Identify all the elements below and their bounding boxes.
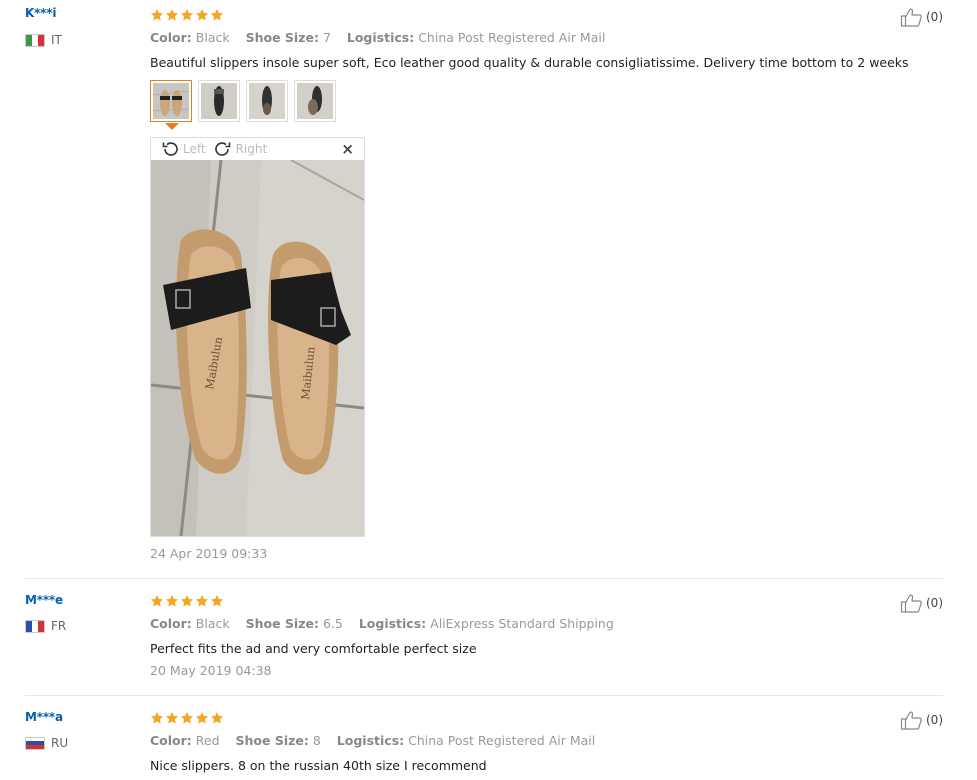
helpful-button[interactable]: (0) (900, 593, 943, 613)
star-icon (150, 711, 164, 725)
attr-label: Logistics: (358, 616, 427, 631)
review-photo-thumbnails (150, 80, 336, 130)
attr-value: Red (195, 733, 220, 748)
flag-ru-icon (25, 736, 45, 750)
thumbs-up-icon (900, 593, 924, 613)
star-icon (180, 8, 194, 22)
attr-label: Shoe Size: (245, 30, 319, 45)
star-icon (210, 8, 224, 22)
attr-label: Shoe Size: (235, 733, 309, 748)
review-content: Beautiful slippers insole super soft, Ec… (150, 55, 909, 70)
attr-label: Logistics: (336, 733, 405, 748)
attr-value: Black (195, 616, 230, 631)
reviewer-country: RU (25, 736, 68, 750)
review-date: 24 Apr 2019 09:33 (150, 546, 268, 561)
rotate-left-icon (162, 142, 178, 156)
sandal-photo-thumbnail (152, 83, 190, 119)
attr-value: China Post Registered Air Mail (418, 30, 606, 45)
review-content: Nice slippers. 8 on the russian 40th siz… (150, 758, 487, 773)
helpful-count: (0) (926, 10, 943, 24)
flag-fr-icon (25, 619, 45, 633)
review-attributes: Color: Black Shoe Size: 7 Logistics: Chi… (150, 30, 605, 45)
star-icon (180, 711, 194, 725)
star-icon (195, 711, 209, 725)
star-icon (210, 594, 224, 608)
review-content: Perfect fits the ad and very comfortable… (150, 641, 477, 656)
review-attributes: Color: Black Shoe Size: 6.5 Logistics: A… (150, 616, 614, 631)
attr-value: 8 (312, 733, 321, 748)
helpful-count: (0) (926, 713, 943, 727)
rotate-right-button[interactable]: Right (214, 141, 268, 157)
sandal-photo-thumbnail (297, 83, 333, 119)
review-attributes: Color: Red Shoe Size: 8 Logistics: China… (150, 733, 595, 748)
reviewer-name: M***a (25, 710, 63, 724)
star-icon (210, 711, 224, 725)
attr-value: China Post Registered Air Mail (408, 733, 596, 748)
attr-label: Shoe Size: (245, 616, 319, 631)
star-icon (195, 594, 209, 608)
rotate-right-icon (214, 142, 230, 156)
review-divider (25, 578, 943, 579)
photo-thumbnail[interactable] (294, 80, 336, 122)
flag-it-icon (25, 33, 45, 47)
photo-thumbnail[interactable] (150, 80, 192, 130)
country-code: FR (51, 619, 67, 633)
star-rating (150, 711, 224, 725)
close-icon[interactable]: × (341, 140, 354, 158)
attr-value: 7 (322, 30, 331, 45)
helpful-button[interactable]: (0) (900, 710, 943, 730)
review-photo: Maibulun Maibulun (151, 160, 364, 536)
photo-thumbnail[interactable] (198, 80, 240, 122)
sandal-photo-thumbnail (201, 83, 237, 119)
active-indicator (165, 123, 179, 130)
review-date: 20 May 2019 04:38 (150, 663, 272, 678)
sandal-photo-thumbnail (249, 83, 285, 119)
helpful-count: (0) (926, 596, 943, 610)
thumbs-up-icon (900, 7, 924, 27)
reviewer-country: IT (25, 33, 62, 47)
reviewer-name: K***i (25, 6, 57, 20)
star-icon (150, 8, 164, 22)
star-icon (165, 594, 179, 608)
reviewer-country: FR (25, 619, 66, 633)
star-icon (165, 711, 179, 725)
star-icon (195, 8, 209, 22)
country-code: RU (51, 736, 69, 750)
attr-label: Color: (150, 30, 192, 45)
country-code: IT (51, 33, 62, 47)
rotate-left-label: Left (183, 142, 206, 156)
attr-label: Color: (150, 733, 192, 748)
thumbs-up-icon (900, 710, 924, 730)
rotate-left-button[interactable]: Left (161, 141, 206, 157)
attr-value: AliExpress Standard Shipping (430, 616, 614, 631)
attr-label: Color: (150, 616, 192, 631)
star-icon (150, 594, 164, 608)
star-rating (150, 594, 224, 608)
star-icon (165, 8, 179, 22)
photo-viewer: Left Right × Maibulun Maibulun (150, 137, 365, 537)
attr-value: 6.5 (322, 616, 343, 631)
helpful-button[interactable]: (0) (900, 7, 943, 27)
photo-viewer-toolbar: Left Right × (151, 138, 364, 160)
reviewer-name: M***e (25, 593, 63, 607)
star-rating (150, 8, 224, 22)
photo-thumbnail[interactable] (246, 80, 288, 122)
attr-value: Black (195, 30, 230, 45)
star-icon (180, 594, 194, 608)
rotate-right-label: Right (235, 142, 268, 156)
attr-label: Logistics: (346, 30, 415, 45)
review-divider (25, 695, 943, 696)
